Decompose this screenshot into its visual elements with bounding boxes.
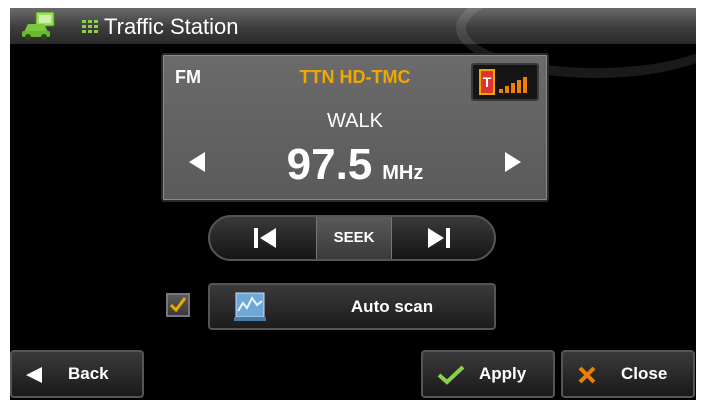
seek-back-button[interactable] [210,217,316,259]
radio-display: FM TTN HD-TMC T WALK 97.5 MHz [161,53,549,202]
frequency-value: 97.5 [286,140,373,189]
triangle-left-icon [26,367,42,383]
skip-forward-icon [428,228,450,248]
signal-strength-icon: T [471,63,539,101]
close-label: Close [621,364,668,383]
rds-text: WALK [327,110,383,132]
frequency-readout: 97.5 MHz [163,140,547,190]
window-title: Traffic Station [104,14,239,39]
tune-up-arrow-icon[interactable] [503,151,523,173]
traffic-station-screen: Traffic Station FM TTN HD-TMC T WALK 97.… [10,8,696,400]
back-label: Back [68,364,109,383]
autoscan-label: Auto scan [350,297,434,316]
tmc-badge: T [479,69,495,95]
title-bar: Traffic Station [10,8,696,78]
frequency-unit: MHz [382,162,424,184]
apply-label: Apply [479,364,527,383]
grid-icon [82,20,98,33]
car-monitor-icon [22,12,55,40]
seek-label: SEEK [316,217,392,259]
seek-control: SEEK [208,215,496,261]
close-button[interactable]: Close [561,350,695,398]
skip-back-icon [254,228,276,248]
signal-bars [499,77,527,93]
autoscan-button[interactable]: Auto scan [208,283,496,330]
seek-forward-button[interactable] [388,217,494,259]
checkmark-icon [169,297,187,313]
checkmark-icon [437,365,465,385]
x-icon [578,366,596,384]
apply-button[interactable]: Apply [421,350,555,398]
autoscan-checkbox[interactable] [166,293,190,317]
back-button[interactable]: Back [10,350,144,398]
scan-chart-icon [234,292,266,321]
